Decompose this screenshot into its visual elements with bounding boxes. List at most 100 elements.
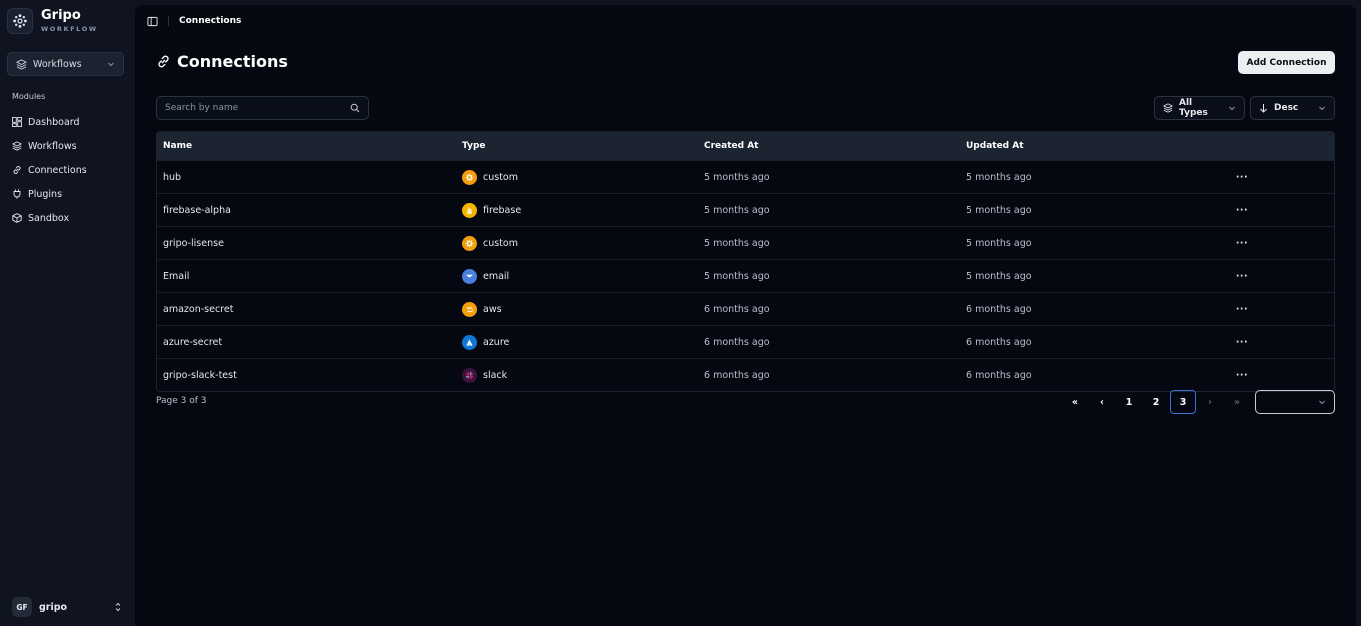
layers-icon: [12, 141, 22, 151]
last-page-button[interactable]: »: [1224, 390, 1250, 414]
plug-icon: [13, 189, 21, 199]
row-actions-button[interactable]: ···: [1222, 271, 1262, 282]
connection-name: firebase-alpha: [163, 204, 231, 216]
sidebar-item-label: Sandbox: [28, 212, 70, 224]
add-connection-button[interactable]: Add Connection: [1238, 51, 1335, 74]
updated-at: 6 months ago: [966, 369, 1032, 381]
table-row[interactable]: amazon-secret aws 6 months ago 6 months …: [157, 292, 1334, 325]
connection-type: aws: [456, 301, 698, 317]
sidebar-item-plugins[interactable]: Plugins: [12, 182, 127, 206]
workspace-select-label: Workflows: [33, 58, 82, 70]
connection-type: firebase: [456, 202, 698, 218]
page-title-text: Connections: [177, 52, 288, 71]
main-panel: Connections Connections Add Connection A…: [135, 5, 1356, 626]
sidebar-item-workflows[interactable]: Workflows: [12, 134, 127, 158]
connection-type-label: custom: [483, 171, 518, 183]
connection-name: azure-secret: [163, 336, 223, 348]
column-header-created[interactable]: Created At: [698, 141, 960, 151]
user-name: gripo: [39, 601, 68, 613]
gear-icon: [462, 235, 477, 251]
sidebar-nav: Dashboard Workflows Connections Plugins …: [12, 110, 127, 230]
table-row[interactable]: gripo-lisense custom 5 months ago 5 mont…: [157, 226, 1334, 259]
created-at: 6 months ago: [704, 303, 770, 315]
brand-subtitle: WORKFLOW: [41, 25, 98, 34]
connection-type-label: email: [483, 270, 510, 282]
slack-icon: [462, 367, 477, 383]
connection-name: gripo-slack-test: [163, 369, 237, 381]
page-button-3[interactable]: 3: [1170, 390, 1196, 414]
created-at: 5 months ago: [704, 237, 770, 249]
page-title: Connections: [156, 52, 288, 71]
azure-icon: [462, 334, 477, 350]
table-row[interactable]: gripo-slack-test slack 6 months ago 6 mo…: [157, 358, 1334, 391]
connection-type: slack: [456, 367, 698, 383]
connection-type-label: azure: [483, 336, 510, 348]
connection-name: gripo-lisense: [163, 237, 224, 249]
first-page-button[interactable]: «: [1062, 390, 1088, 414]
table-row[interactable]: azure-secret azure 6 months ago 6 months…: [157, 325, 1334, 358]
breadcrumb: Connections: [168, 16, 241, 26]
sort-order-select[interactable]: Desc: [1250, 96, 1335, 120]
column-header-type[interactable]: Type: [456, 141, 698, 151]
row-actions-button[interactable]: ···: [1222, 304, 1262, 315]
row-actions-button[interactable]: ···: [1222, 205, 1262, 216]
sidebar-toggle-icon[interactable]: [147, 16, 158, 27]
next-page-button[interactable]: ›: [1197, 390, 1223, 414]
search-input[interactable]: [165, 103, 350, 113]
updated-at: 5 months ago: [966, 204, 1032, 216]
avatar: GF: [12, 597, 32, 617]
row-actions-button[interactable]: ···: [1222, 370, 1262, 381]
aws-icon: [462, 301, 477, 317]
table-row[interactable]: firebase-alpha firebase 5 months ago 5 m…: [157, 193, 1334, 226]
page-button-1[interactable]: 1: [1116, 390, 1142, 414]
sidebar-item-sandbox[interactable]: Sandbox: [12, 206, 127, 230]
table-header: Name Type Created At Updated At: [157, 132, 1334, 160]
row-actions-button[interactable]: ···: [1222, 172, 1262, 183]
sidebar: Gripo WORKFLOW Workflows Modules Dashboa…: [0, 0, 135, 626]
search-box: [156, 96, 369, 120]
type-filter-label: All Types: [1179, 98, 1208, 118]
connections-table: Name Type Created At Updated At hub cust…: [156, 131, 1335, 392]
updated-at: 6 months ago: [966, 336, 1032, 348]
cube-icon: [12, 213, 22, 223]
column-header-updated[interactable]: Updated At: [960, 141, 1222, 151]
sidebar-item-label: Connections: [28, 164, 87, 176]
updated-at: 6 months ago: [966, 303, 1032, 315]
dashboard-icon: [12, 117, 22, 127]
arrow-down-icon: [1260, 104, 1267, 113]
row-actions-button[interactable]: ···: [1222, 337, 1262, 348]
updated-at: 5 months ago: [966, 237, 1032, 249]
page-size-select[interactable]: [1255, 390, 1335, 414]
connection-type: custom: [456, 169, 698, 185]
chevron-down-icon: [1229, 106, 1235, 111]
user-menu[interactable]: GF gripo: [12, 597, 122, 617]
prev-page-button[interactable]: ‹: [1089, 390, 1115, 414]
column-header-name[interactable]: Name: [157, 141, 456, 151]
created-at: 5 months ago: [704, 204, 770, 216]
workspace-select[interactable]: Workflows: [7, 52, 124, 76]
created-at: 5 months ago: [704, 270, 770, 282]
sidebar-item-label: Dashboard: [28, 116, 80, 128]
table-row[interactable]: Email email 5 months ago 5 months ago ··…: [157, 259, 1334, 292]
chevron-up-down-icon: [115, 602, 121, 612]
created-at: 6 months ago: [704, 336, 770, 348]
gripo-logo-icon: [7, 8, 33, 34]
sidebar-item-dashboard[interactable]: Dashboard: [12, 110, 127, 134]
email-icon: [462, 268, 477, 284]
connection-type-label: slack: [483, 369, 508, 381]
pagination: « ‹ 1 2 3 › »: [1062, 390, 1251, 414]
brand[interactable]: Gripo WORKFLOW: [7, 8, 98, 34]
page-button-2[interactable]: 2: [1143, 390, 1169, 414]
type-filter-select[interactable]: All Types: [1154, 96, 1245, 120]
layers-icon: [1163, 103, 1173, 113]
brand-name: Gripo: [41, 8, 81, 24]
firebase-icon: [462, 202, 477, 218]
created-at: 6 months ago: [704, 369, 770, 381]
connection-type: email: [456, 268, 698, 284]
table-row[interactable]: hub custom 5 months ago 5 months ago ···: [157, 160, 1334, 193]
created-at: 5 months ago: [704, 171, 770, 183]
row-actions-button[interactable]: ···: [1222, 238, 1262, 249]
link-icon: [158, 55, 169, 68]
updated-at: 5 months ago: [966, 171, 1032, 183]
sidebar-item-connections[interactable]: Connections: [12, 158, 127, 182]
